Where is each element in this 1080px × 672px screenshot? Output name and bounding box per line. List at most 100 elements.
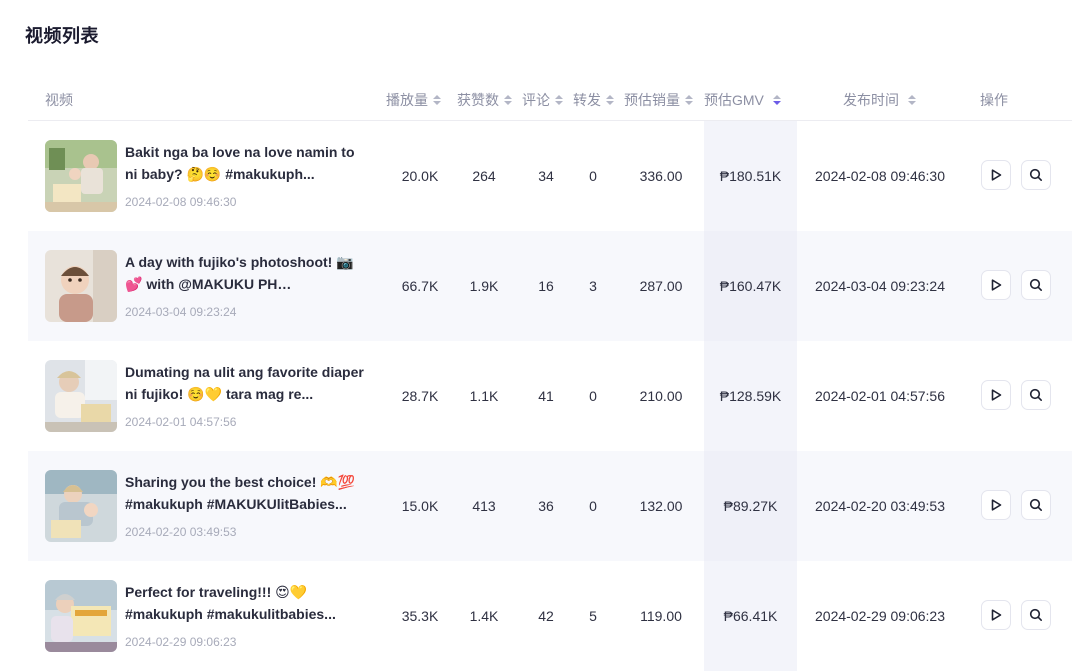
- header-publish-time[interactable]: 发布时间: [843, 80, 916, 120]
- views-value: 28.7K: [401, 388, 439, 404]
- header-views-label: 播放量: [386, 92, 428, 108]
- likes-value: 1.4K: [469, 608, 499, 624]
- header-comments-label: 评论: [522, 92, 550, 108]
- search-icon: [1029, 498, 1042, 511]
- header-actions: 操作: [980, 92, 1008, 108]
- search-button[interactable]: [1021, 160, 1051, 190]
- search-button[interactable]: [1021, 600, 1051, 630]
- video-title[interactable]: Bakit nga ba love na love namin to ni ba…: [125, 141, 370, 185]
- publish-time-value: 2024-02-01 04:57:56: [815, 388, 945, 404]
- page-title: 视频列表: [25, 26, 99, 46]
- likes-value: 1.9K: [469, 278, 499, 294]
- publish-time-value: 2024-02-29 09:06:23: [815, 608, 945, 624]
- est-sales-value: 119.00: [640, 608, 682, 624]
- video-date: 2024-02-08 09:46:30: [125, 195, 237, 209]
- search-icon: [1029, 608, 1042, 621]
- play-button[interactable]: [981, 380, 1011, 410]
- likes-value: 1.1K: [469, 388, 499, 404]
- views-value: 66.7K: [401, 278, 439, 294]
- table-row: A day with fujiko's photoshoot! 📷💕 with …: [28, 231, 1072, 341]
- views-value: 20.0K: [401, 168, 439, 184]
- est-sales-value: 287.00: [639, 278, 683, 294]
- est-sales-value: 336.00: [639, 168, 683, 184]
- search-icon: [1029, 168, 1042, 181]
- video-date: 2024-02-29 09:06:23: [125, 635, 237, 649]
- table-row: Bakit nga ba love na love namin to ni ba…: [28, 121, 1072, 231]
- sort-caret-icon[interactable]: [606, 95, 614, 105]
- likes-value: 264: [472, 168, 496, 184]
- header-likes[interactable]: 获赞数: [457, 80, 512, 120]
- video-thumbnail[interactable]: [45, 470, 117, 542]
- header-est-sales[interactable]: 预估销量: [624, 80, 693, 120]
- est-sales-value: 210.00: [639, 388, 683, 404]
- video-title[interactable]: Perfect for traveling!!! 😍💛 #makukuph #m…: [125, 581, 370, 625]
- header-est-gmv[interactable]: 预估GMV: [704, 80, 781, 120]
- header-publish-time-label: 发布时间: [843, 92, 899, 108]
- play-icon: [991, 169, 1002, 181]
- publish-time-value: 2024-03-04 09:23:24: [815, 278, 945, 294]
- sort-caret-icon[interactable]: [504, 95, 512, 105]
- header-est-gmv-label: 预估GMV: [704, 92, 764, 108]
- play-button[interactable]: [981, 490, 1011, 520]
- header-likes-label: 获赞数: [457, 92, 499, 108]
- publish-time-value: 2024-02-08 09:46:30: [815, 168, 945, 184]
- video-table: 视频 播放量 获赞数 评论 转发 预估销量 预估GMV 发布时间 操作 Baki…: [28, 80, 1072, 671]
- video-date: 2024-03-04 09:23:24: [125, 305, 237, 319]
- sort-caret-icon[interactable]: [772, 95, 781, 105]
- est-sales-value: 132.00: [639, 498, 683, 514]
- search-button[interactable]: [1021, 270, 1051, 300]
- header-est-sales-label: 预估销量: [624, 92, 680, 108]
- play-icon: [991, 279, 1002, 291]
- comments-value: 36: [538, 498, 554, 514]
- play-icon: [991, 609, 1002, 621]
- table-header: 视频 播放量 获赞数 评论 转发 预估销量 预估GMV 发布时间 操作: [28, 80, 1072, 121]
- likes-value: 413: [472, 498, 496, 514]
- sort-caret-icon[interactable]: [908, 95, 916, 105]
- shares-value: 0: [589, 388, 597, 404]
- sort-caret-icon[interactable]: [685, 95, 693, 105]
- header-comments[interactable]: 评论: [522, 80, 563, 120]
- comments-value: 41: [538, 388, 554, 404]
- video-thumbnail[interactable]: [45, 360, 117, 432]
- header-shares[interactable]: 转发: [573, 80, 614, 120]
- header-video: 视频: [45, 92, 73, 108]
- shares-value: 0: [589, 168, 597, 184]
- search-icon: [1029, 278, 1042, 291]
- video-thumbnail[interactable]: [45, 580, 117, 652]
- header-views[interactable]: 播放量: [386, 80, 441, 120]
- est-gmv-value: ₱89.27K: [723, 498, 778, 514]
- comments-value: 16: [538, 278, 554, 294]
- play-icon: [991, 389, 1002, 401]
- video-thumbnail[interactable]: [45, 250, 117, 322]
- search-icon: [1029, 388, 1042, 401]
- est-gmv-value: ₱160.47K: [719, 278, 782, 294]
- comments-value: 34: [538, 168, 554, 184]
- views-value: 35.3K: [401, 608, 439, 624]
- table-row: Perfect for traveling!!! 😍💛 #makukuph #m…: [28, 561, 1072, 671]
- shares-value: 3: [589, 278, 597, 294]
- play-button[interactable]: [981, 160, 1011, 190]
- search-button[interactable]: [1021, 380, 1051, 410]
- comments-value: 42: [538, 608, 554, 624]
- video-thumbnail[interactable]: [45, 140, 117, 212]
- video-date: 2024-02-01 04:57:56: [125, 415, 237, 429]
- play-icon: [991, 499, 1002, 511]
- header-shares-label: 转发: [573, 92, 601, 108]
- sort-caret-icon[interactable]: [433, 95, 441, 105]
- shares-value: 0: [589, 498, 597, 514]
- sort-caret-icon[interactable]: [555, 95, 563, 105]
- video-title[interactable]: Dumating na ulit ang favorite diaper ni …: [125, 361, 370, 405]
- est-gmv-value: ₱66.41K: [723, 608, 778, 624]
- video-date: 2024-02-20 03:49:53: [125, 525, 237, 539]
- publish-time-value: 2024-02-20 03:49:53: [815, 498, 945, 514]
- table-row: Sharing you the best choice! 🫶💯 #makukup…: [28, 451, 1072, 561]
- play-button[interactable]: [981, 600, 1011, 630]
- play-button[interactable]: [981, 270, 1011, 300]
- shares-value: 5: [589, 608, 597, 624]
- search-button[interactable]: [1021, 490, 1051, 520]
- video-title[interactable]: A day with fujiko's photoshoot! 📷💕 with …: [125, 251, 370, 295]
- table-row: Dumating na ulit ang favorite diaper ni …: [28, 341, 1072, 451]
- views-value: 15.0K: [401, 498, 439, 514]
- table-body: Bakit nga ba love na love namin to ni ba…: [28, 121, 1072, 671]
- video-title[interactable]: Sharing you the best choice! 🫶💯 #makukup…: [125, 471, 370, 515]
